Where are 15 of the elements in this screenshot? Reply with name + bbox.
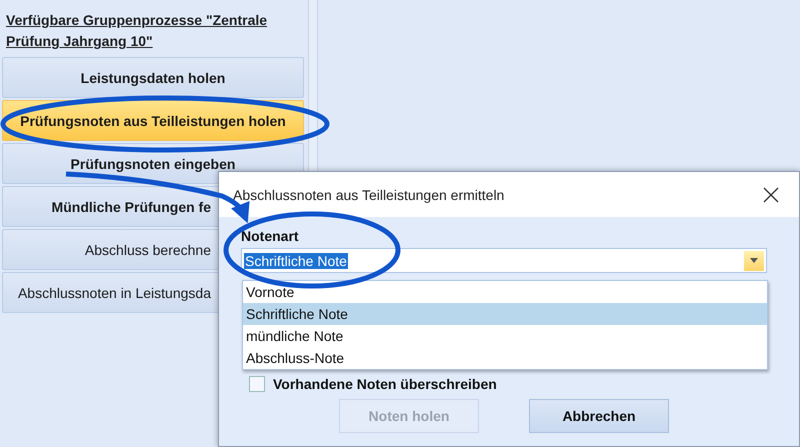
dropdown-option[interactable]: mündliche Note [243, 325, 767, 347]
process-button[interactable]: Leistungsdaten holen [2, 57, 304, 98]
dropdown-option[interactable]: Abschluss-Note [243, 347, 767, 369]
dropdown-button[interactable] [744, 250, 764, 270]
grade-type-combo[interactable]: Schriftliche Note [241, 248, 767, 273]
dropdown-option[interactable]: Schriftliche Note [243, 303, 767, 325]
field-label: Notenart [241, 227, 299, 245]
dropdown-option[interactable]: Vornote [243, 281, 767, 303]
close-icon[interactable] [763, 186, 779, 202]
checkbox-label: Vorhandene Noten überschreiben [273, 376, 497, 392]
sidebar-heading: Verfügbare Gruppenprozesse "Zentrale Prüfung Jahrgang 10" [5, 11, 268, 51]
checkbox[interactable] [249, 376, 265, 392]
caret-icon [750, 258, 758, 263]
combo-value: Schriftliche Note [244, 252, 348, 268]
dialog-button[interactable]: Abbrechen [529, 399, 669, 433]
